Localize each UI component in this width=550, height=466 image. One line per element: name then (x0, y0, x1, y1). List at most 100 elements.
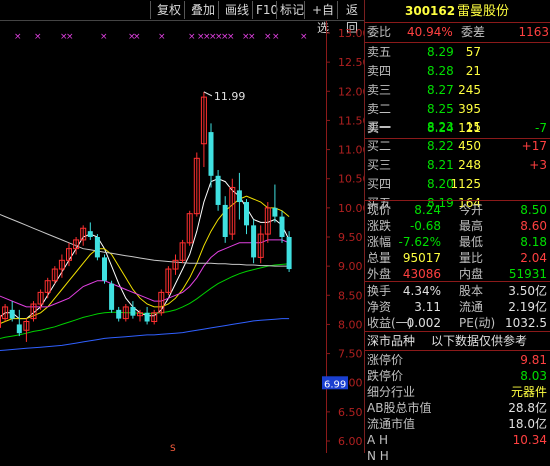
event-marker: × (188, 32, 196, 42)
high-label: 11.99 (214, 90, 246, 103)
candle-body (87, 231, 93, 237)
ask-volume: 57 (465, 45, 481, 59)
candle-body (0, 315, 1, 328)
candle-body (251, 225, 257, 258)
price-tick-label: 10.00 (338, 202, 364, 215)
restore-rights-button[interactable]: 复权 (150, 1, 187, 19)
price-tick-label: 9.00 (338, 260, 363, 273)
bid-row: 买二 8.22 450 +17 (365, 137, 550, 156)
bid-volume: 15 (465, 120, 481, 134)
event-marker: × (248, 32, 256, 42)
bid-row: 买三 8.21 248 +3 (365, 156, 550, 175)
f10-button[interactable]: F10 (252, 1, 279, 19)
price-tick-label: 6.50 (338, 406, 363, 419)
price-tick-label: 6.00 (338, 435, 363, 448)
ask-row: 卖五 8.29 57 (365, 43, 550, 62)
ask-row: 卖四 8.28 21 (365, 62, 550, 81)
event-marker: × (133, 32, 141, 42)
mark-button[interactable]: 标记 (276, 1, 307, 19)
ask-label: 卖五 (367, 45, 392, 59)
price-tick-label: 11.50 (338, 114, 364, 127)
candle-body (244, 202, 249, 226)
bid-label: 买一 (367, 120, 392, 134)
ask-row: 卖二 8.25 395 (365, 100, 550, 119)
add-watchlist-button[interactable]: +自选 (304, 1, 341, 35)
draw-line-button[interactable]: 画线 (218, 1, 255, 19)
order-ratio-label: 委比 (367, 25, 392, 39)
bid-volume: 1125 (450, 177, 481, 191)
candle-body (109, 283, 115, 310)
price-tick-label: 10.50 (338, 173, 364, 186)
bid-price: 8.22 (427, 139, 454, 153)
moving-average-line (0, 318, 290, 352)
back-button[interactable]: 返回 (337, 1, 366, 35)
event-marker: × (100, 32, 108, 42)
order-ratio-value: 40.94% (407, 25, 453, 39)
stock-header: 300162 雷曼股份 (365, 2, 550, 22)
bid-change: +17 (521, 139, 547, 153)
candle-body (116, 309, 122, 319)
candle-body (102, 257, 107, 281)
candle-body (286, 237, 292, 270)
ask-price: 8.29 (427, 45, 454, 59)
price-tick-label: 13.00 (338, 27, 364, 40)
candle-body (16, 324, 22, 334)
order-diff-value: 1163 (518, 25, 549, 39)
price-tick-label: 11.00 (338, 144, 364, 157)
stock-code: 300162 (405, 4, 456, 18)
candle-body (272, 207, 278, 217)
section-title: 深市品种 (367, 334, 416, 348)
event-marker: × (14, 32, 22, 42)
bid-row: 买四 8.20 1125 (365, 175, 550, 194)
price-tick-label: 12.50 (338, 56, 364, 69)
candle-body (222, 204, 228, 237)
candle-body (208, 132, 214, 176)
bid-price: 8.21 (427, 158, 454, 172)
event-marker: × (34, 32, 42, 42)
ask-label: 卖二 (367, 102, 392, 116)
price-tick-label: 7.50 (338, 348, 363, 361)
price-tick-label: 12.00 (338, 85, 364, 98)
price-tag-label: 6.99 (324, 379, 346, 390)
extra-label: N H (367, 449, 389, 463)
high-pointer (203, 91, 213, 97)
price-tick-label: 9.50 (338, 231, 363, 244)
price-tick-label: 8.50 (338, 289, 363, 302)
event-marker: × (158, 32, 166, 42)
bid-label: 买三 (367, 158, 392, 172)
bid-volume: 450 (458, 139, 481, 153)
ask-label: 卖四 (367, 64, 392, 78)
ask-row: 卖三 8.27 245 (365, 81, 550, 100)
event-marker: × (272, 32, 280, 42)
event-marker: × (66, 32, 74, 42)
price-tick-label: 8.00 (338, 318, 363, 331)
bid-change: +3 (529, 158, 547, 172)
candle-body (9, 309, 15, 319)
quote-panel: 300162 雷曼股份 委比 40.94% 委差 1163 卖五 8.29 57 卖四… (364, 0, 550, 463)
ask-volume: 245 (458, 83, 481, 97)
bid-label: 买二 (367, 139, 392, 153)
event-marker: × (227, 32, 235, 42)
extra-row: N H (365, 447, 550, 466)
ask-price: 8.27 (427, 83, 454, 97)
stock-name: 雷曼股份 (457, 4, 510, 19)
ask-label: 卖三 (367, 83, 392, 97)
bid-row: 买一 8.23 15 (365, 118, 550, 137)
event-marker: × (300, 32, 308, 42)
signal-marker: S (170, 444, 176, 453)
candle-body (94, 237, 100, 258)
event-marker: × (264, 32, 272, 42)
candle-body (236, 190, 242, 203)
kline-chart[interactable]: 13.00 12.50 12.00 11.50 11.00 10.50 10.00 9.50 9… (0, 21, 364, 453)
ask-price: 8.28 (427, 64, 454, 78)
candle-body (130, 306, 136, 316)
bid-label: 买四 (367, 177, 392, 191)
ask-volume: 21 (465, 64, 481, 78)
overlay-button[interactable]: 叠加 (184, 1, 221, 19)
candle-body (144, 312, 150, 322)
candle-body (279, 216, 285, 237)
chart-toolbar: 复权 叠加 画线 F10 标记 +自选 返回 (0, 0, 366, 35)
section-note: 以下数据仅供参考 (431, 334, 528, 348)
order-diff-label: 委差 (461, 25, 486, 39)
section-header: 深市品种 以下数据仅供参考 (365, 332, 550, 351)
